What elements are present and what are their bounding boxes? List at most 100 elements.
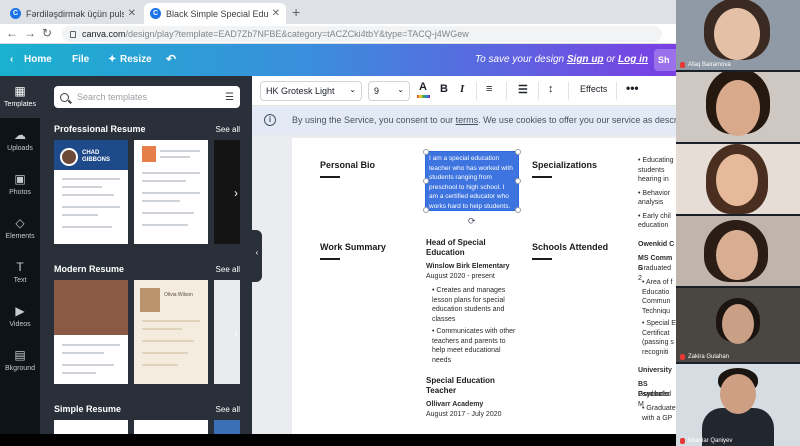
resize-button[interactable]: Resize xyxy=(120,54,152,65)
template-thumbnail[interactable] xyxy=(214,420,240,434)
file-menu[interactable]: File xyxy=(72,54,89,65)
participant-name: Zakira Gulahan xyxy=(688,354,730,360)
signup-link[interactable]: Sign up xyxy=(567,54,604,65)
spec-item: Educating students hearing in xyxy=(638,157,674,183)
search-icon xyxy=(60,92,69,102)
close-tab-icon[interactable]: ✕ xyxy=(128,8,136,19)
resize-handle[interactable] xyxy=(515,178,521,184)
forward-icon[interactable]: → xyxy=(24,26,36,40)
save-notice: To save your design Sign up or Log in xyxy=(475,54,648,65)
align-left-icon[interactable]: ≡ xyxy=(486,83,492,95)
participant-label: Afaq Bairamova xyxy=(680,62,731,68)
login-link[interactable]: Log in xyxy=(618,54,648,65)
participant-tile[interactable]: Zakira Gulahan xyxy=(676,288,800,362)
next-arrow-icon[interactable]: › xyxy=(234,186,238,200)
mic-muted-icon xyxy=(680,438,685,444)
home-button[interactable]: Home xyxy=(24,54,52,65)
participant-tile[interactable]: Afaq Bairamova xyxy=(676,0,800,70)
back-icon[interactable]: ← xyxy=(6,26,18,40)
selected-text-box[interactable]: I am a special education teacher who has… xyxy=(425,151,519,211)
see-all-link[interactable]: See all xyxy=(216,265,240,274)
url-path: /design/play?template=EAD7Zb7NFBE&catego… xyxy=(125,29,469,39)
rail-elements[interactable]: ◇ Elements xyxy=(0,208,40,250)
participant-tile[interactable] xyxy=(676,144,800,214)
search-templates-field[interactable]: Search templates ☰ xyxy=(54,86,240,108)
effects-button[interactable]: Effects xyxy=(580,84,607,94)
template-thumbnail[interactable] xyxy=(54,420,128,434)
rail-uploads[interactable]: ☁ Uploads xyxy=(0,120,40,162)
resize-handle[interactable] xyxy=(423,149,429,155)
font-size-select[interactable]: 9 ⌄ xyxy=(368,81,410,101)
rail-label: Text xyxy=(13,277,27,284)
resume-page[interactable]: Personal Bio I am a special education te… xyxy=(292,138,676,434)
url-field[interactable]: canva.com/design/play?template=EAD7Zb7NF… xyxy=(62,26,662,42)
school1-name: Owenkid C xyxy=(638,241,675,248)
mic-muted-icon xyxy=(680,354,685,360)
chevron-down-icon: ⌄ xyxy=(397,85,404,94)
template-thumbnail[interactable] xyxy=(54,280,128,384)
close-tab-icon[interactable]: ✕ xyxy=(272,8,280,19)
bold-icon[interactable]: B xyxy=(440,83,448,95)
templates-icon: ▦ xyxy=(14,84,26,98)
canva-favicon-icon: C xyxy=(10,8,21,19)
text-icon: T xyxy=(16,260,24,274)
resize-handle[interactable] xyxy=(515,207,521,213)
participant-label: Zakira Gulahan xyxy=(680,354,729,360)
photo-icon: ▣ xyxy=(14,172,26,186)
job1-title: Head of Special Education xyxy=(426,238,486,257)
participant-name: Afaq Bairamova xyxy=(688,62,731,68)
reload-icon[interactable]: ↻ xyxy=(42,26,52,40)
new-tab-icon[interactable]: + xyxy=(292,4,300,20)
back-chevron-icon[interactable]: ‹ xyxy=(10,54,13,65)
schools-heading: Schools Attended xyxy=(532,242,609,252)
section-title: Modern Resume xyxy=(54,264,125,274)
template-thumbnail[interactable]: Olivia Wilson xyxy=(134,280,208,384)
rail-videos[interactable]: ▶ Videos xyxy=(0,296,40,338)
elements-icon: ◇ xyxy=(15,216,25,230)
rail-label: Bkground xyxy=(5,365,35,372)
spacing-icon[interactable]: ↕ xyxy=(548,83,554,95)
school-item: Special E Certificat (passing s recognit… xyxy=(642,320,676,356)
avatar xyxy=(60,148,78,166)
browser-tab-2[interactable]: C Black Simple Special Educator Re... ✕ xyxy=(144,3,286,24)
participant-tile[interactable]: Khanlar Qaniyev xyxy=(676,364,800,446)
collapse-panel-button[interactable]: ‹ xyxy=(252,230,262,282)
browser-tab-1[interactable]: C Fərdiləşdirmək üçün pulsuz, peşə... ✕ xyxy=(4,3,142,24)
resize-handle[interactable] xyxy=(423,207,429,213)
save-or: or xyxy=(603,54,618,65)
rail-text[interactable]: T Text xyxy=(0,252,40,294)
resize-handle[interactable] xyxy=(515,149,521,155)
undo-icon[interactable]: ↶ xyxy=(166,52,176,66)
see-all-link[interactable]: See all xyxy=(216,405,240,414)
participant-tile[interactable] xyxy=(676,216,800,286)
resize-handle[interactable] xyxy=(423,178,429,184)
tab-title: Black Simple Special Educator Re... xyxy=(166,8,268,19)
text-color-icon[interactable]: A xyxy=(417,81,430,98)
bottom-bar xyxy=(0,434,676,446)
rail-templates[interactable]: ▦ Templates xyxy=(0,76,40,118)
font-family-select[interactable]: HK Grotesk Light ⌄ xyxy=(260,81,362,101)
participant-tile[interactable] xyxy=(676,72,800,142)
terms-link[interactable]: terms xyxy=(456,115,479,125)
list-icon[interactable]: ☰ xyxy=(518,83,528,96)
more-icon[interactable]: ••• xyxy=(626,81,639,95)
template-thumbnail[interactable] xyxy=(134,140,208,244)
school2-name: University xyxy=(638,367,672,374)
job1-org: Winslow Birk Elementary xyxy=(426,263,510,270)
url-host: canva.com xyxy=(82,29,126,39)
italic-icon[interactable]: I xyxy=(460,83,464,95)
rotate-icon[interactable]: ⟳ xyxy=(468,216,476,227)
filter-icon[interactable]: ☰ xyxy=(225,92,234,103)
rail-photos[interactable]: ▣ Photos xyxy=(0,164,40,206)
share-button[interactable]: Sh xyxy=(654,49,676,71)
info-icon: i xyxy=(264,114,276,126)
next-arrow-icon[interactable]: › xyxy=(234,326,238,340)
school1-list: • Area of f Educatio Commun Techniqu • S… xyxy=(642,279,676,356)
template-thumbnail[interactable]: CHAD GIBBONS xyxy=(54,140,128,244)
school2-list: • Graduate with a GP xyxy=(642,405,676,422)
see-all-link[interactable]: See all xyxy=(216,125,240,134)
rail-background[interactable]: ▤ Bkground xyxy=(0,340,40,382)
text-toolbar: HK Grotesk Light ⌄ 9 ⌄ A B I ≡ ☰ ↕ Effec… xyxy=(252,76,676,106)
template-thumbnail[interactable] xyxy=(134,420,208,434)
background-icon: ▤ xyxy=(14,348,26,362)
